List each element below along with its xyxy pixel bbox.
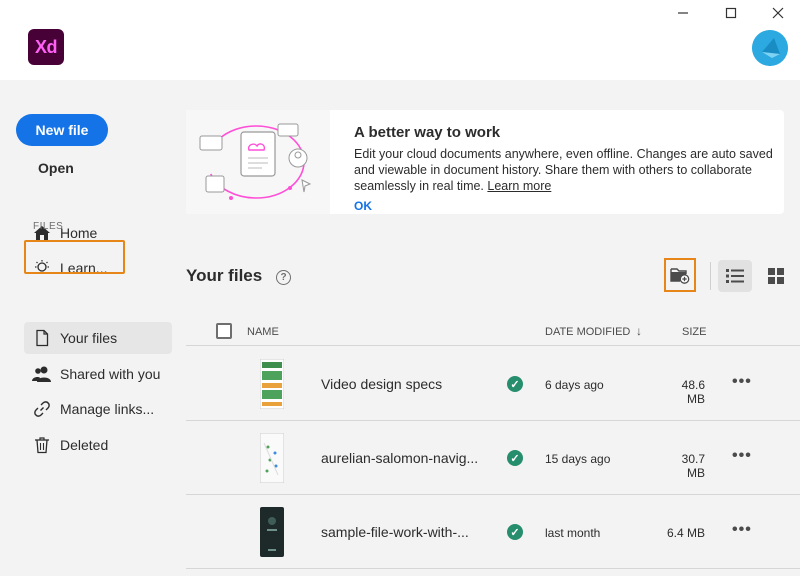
file-table-header: NAME DATE MODIFIED ↓ SIZE: [186, 318, 800, 346]
sidebar-item-manage-links[interactable]: Manage links...: [24, 393, 172, 425]
open-button[interactable]: Open: [38, 160, 74, 176]
file-name[interactable]: sample-file-work-with-...: [321, 524, 469, 540]
synced-check-icon: ✓: [507, 524, 523, 540]
trash-icon: [32, 435, 52, 455]
file-name[interactable]: aurelian-salomon-navig...: [321, 450, 478, 466]
sidebar-item-your-files[interactable]: Your files: [24, 322, 172, 354]
selection-highlight: [24, 240, 125, 274]
grid-view-icon: [768, 268, 784, 284]
sidebar-item-label: Shared with you: [60, 366, 161, 382]
banner-title: A better way to work: [354, 124, 501, 141]
close-button[interactable]: [755, 0, 800, 26]
info-banner: A better way to work Edit your cloud doc…: [186, 110, 784, 214]
banner-text: Edit your cloud documents anywhere, even…: [354, 146, 774, 194]
column-date-modified[interactable]: DATE MODIFIED: [545, 326, 630, 338]
sidebar-item-deleted[interactable]: Deleted: [24, 429, 172, 461]
file-thumbnail: [259, 432, 285, 484]
maximize-icon: [725, 7, 737, 19]
learn-more-link[interactable]: Learn more: [487, 179, 551, 193]
table-row[interactable]: sample-file-work-with-... ✓ last month 6…: [186, 495, 800, 569]
more-options-button[interactable]: •••: [732, 373, 754, 393]
avatar-icon: [752, 30, 788, 66]
synced-check-icon: ✓: [507, 376, 523, 392]
more-options-button[interactable]: •••: [732, 447, 754, 467]
folder-add-icon: [670, 268, 690, 284]
list-view-button[interactable]: [718, 260, 752, 292]
select-all-checkbox[interactable]: [216, 323, 232, 339]
sidebar-item-shared[interactable]: Shared with you: [24, 358, 172, 390]
list-view-icon: [726, 269, 744, 283]
user-avatar[interactable]: [752, 30, 788, 66]
link-icon: [32, 399, 52, 419]
document-icon: [32, 328, 52, 348]
files-section-label: FILES: [33, 221, 64, 232]
sidebar-item-label: Manage links...: [60, 401, 155, 417]
users-icon: [32, 364, 52, 384]
toolbar-divider: [710, 262, 711, 290]
file-date: 15 days ago: [545, 452, 611, 466]
maximize-button[interactable]: [708, 0, 754, 26]
table-row[interactable]: Video design specs ✓ 6 days ago 48.6 MB …: [186, 347, 800, 421]
more-options-button[interactable]: •••: [732, 521, 754, 541]
grid-view-button[interactable]: [760, 260, 792, 292]
close-icon: [772, 7, 784, 19]
file-thumbnail: [260, 507, 284, 557]
title-bar: Xd: [0, 0, 800, 80]
table-row[interactable]: aurelian-salomon-navig... ✓ 15 days ago …: [186, 421, 800, 495]
file-size: 48.6 MB: [681, 378, 705, 406]
file-thumbnail: [259, 358, 285, 410]
minimize-button[interactable]: [660, 0, 706, 26]
banner-ok-button[interactable]: OK: [354, 199, 372, 213]
sidebar-item-label: Deleted: [60, 437, 109, 453]
column-name[interactable]: NAME: [247, 326, 279, 338]
sidebar-item-label: Your files: [60, 330, 118, 346]
file-date: last month: [545, 526, 601, 540]
sort-desc-icon[interactable]: ↓: [636, 324, 642, 338]
file-size: 30.7 MB: [681, 452, 705, 480]
new-file-button[interactable]: New file: [16, 114, 108, 146]
collaboration-illustration: [186, 110, 330, 214]
new-folder-button[interactable]: [664, 258, 696, 292]
file-date: 6 days ago: [545, 378, 604, 392]
minimize-icon: [678, 12, 688, 14]
page-title: Your files: [186, 266, 263, 285]
help-icon[interactable]: ?: [276, 270, 291, 285]
banner-body: Edit your cloud documents anywhere, even…: [354, 147, 773, 193]
file-name[interactable]: Video design specs: [321, 376, 442, 392]
xd-logo: Xd: [28, 29, 64, 65]
column-size[interactable]: SIZE: [682, 326, 706, 338]
sidebar-item-label: Home: [60, 225, 98, 241]
synced-check-icon: ✓: [507, 450, 523, 466]
file-size: 6.4 MB: [666, 526, 705, 540]
